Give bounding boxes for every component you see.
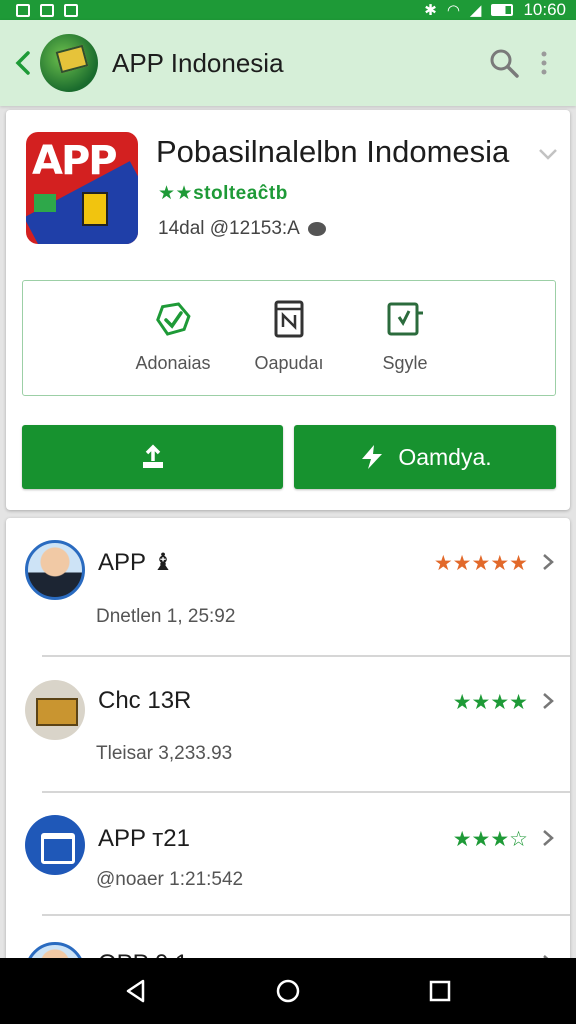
app-meta-text: 14dal @12153:A (158, 218, 300, 239)
feature-item[interactable]: Adonaias (128, 299, 218, 395)
open-button[interactable]: Oamdya. (294, 425, 556, 489)
avatar (25, 815, 85, 875)
list-item[interactable]: APP ♝ ★★★★★ Dnetlen 1, 25:92 (6, 518, 570, 654)
app-bar-title: APP Indonesia (112, 47, 284, 78)
battery-icon (491, 4, 514, 16)
notification-icon (16, 3, 30, 17)
app-icon-text: APP (32, 138, 118, 184)
feature-label: Oapudaı (254, 353, 324, 373)
list-item-name: Chc 13R (98, 687, 192, 714)
more-button[interactable] (524, 43, 564, 83)
install-button[interactable] (22, 425, 283, 489)
open-button-label: Oamdya. (398, 443, 492, 470)
avatar (25, 680, 85, 740)
chevron-right-icon (542, 827, 554, 853)
search-button[interactable] (484, 43, 524, 83)
app-logo (40, 34, 98, 92)
more-vert-icon (541, 51, 547, 75)
app-bar: APP Indonesia (0, 20, 576, 106)
download-icon (142, 444, 163, 468)
feature-item[interactable]: Sgyle (360, 299, 450, 395)
nav-back-button[interactable] (114, 969, 158, 1013)
document-icon (269, 299, 309, 339)
chevron-right-icon (542, 551, 554, 577)
chevron-right-icon (542, 690, 554, 716)
chevron-down-icon (539, 149, 557, 160)
list-item-name: APP ♝ (98, 549, 174, 576)
nav-home-button[interactable] (266, 969, 310, 1013)
app-title: Pobasilnalelbn Indomesia (156, 134, 510, 169)
app-meta: 14dal @12153:A (158, 218, 326, 240)
lightning-icon (362, 445, 383, 469)
rating-stars: ★★★★ (452, 691, 528, 714)
rating-stars: ★★★★★ (433, 552, 528, 575)
square-recents-icon (429, 980, 451, 1002)
nav-recents-button[interactable] (418, 969, 462, 1013)
expand-button[interactable] (538, 140, 558, 166)
info-icon (307, 222, 326, 236)
feature-item[interactable]: Oapudaı (244, 299, 334, 395)
list-item-subtitle: Dnetlen 1, 25:92 (96, 606, 236, 627)
chevron-left-icon (15, 51, 30, 75)
triangle-back-icon (126, 979, 145, 1003)
app-icon: APP (26, 132, 138, 244)
list-item-subtitle: @noaer 1:21:542 (96, 869, 244, 890)
edit-icon (385, 299, 425, 339)
feature-label: Adonaias (135, 353, 211, 373)
status-bar-system: ✱ ◠ ◢ 10:60 (424, 0, 566, 20)
app-rating: ★★stolteaĉtb (158, 183, 288, 204)
signal-icon: ◢ (469, 1, 482, 19)
list-item[interactable]: Chc 13R ★★★★ Tleisar 3,233.93 (6, 655, 570, 791)
wifi-icon: ◠ (446, 1, 460, 19)
list-item-subtitle: Tleisar 3,233.93 (96, 743, 233, 764)
check-badge-icon (153, 299, 193, 339)
back-button[interactable] (8, 43, 38, 83)
list-item-name: APP т21 (98, 825, 190, 852)
status-time: 10:60 (523, 0, 566, 19)
avatar (25, 540, 85, 600)
status-bar-notifications (16, 3, 78, 17)
feature-label: Sgyle (382, 353, 428, 373)
notification-icon (40, 3, 54, 17)
circle-home-icon (276, 979, 300, 1003)
related-apps-list: APP ♝ ★★★★★ Dnetlen 1, 25:92 Chc 13R ★★★… (6, 518, 570, 978)
status-bar: ✱ ◠ ◢ 10:60 (0, 0, 576, 20)
system-nav-bar (0, 958, 576, 1024)
image-icon (64, 3, 78, 17)
rating-stars: ★★★☆ (452, 828, 528, 851)
bluetooth-icon: ✱ (424, 1, 437, 19)
feature-box: Adonaias Oapudaı Sgyle (22, 280, 556, 396)
list-item[interactable]: APP т21 ★★★☆ @noaer 1:21:542 (6, 791, 570, 927)
search-icon (490, 49, 519, 78)
app-detail-card: APP Pobasilnalelbn Indomesia ★★stolteaĉt… (6, 110, 570, 510)
